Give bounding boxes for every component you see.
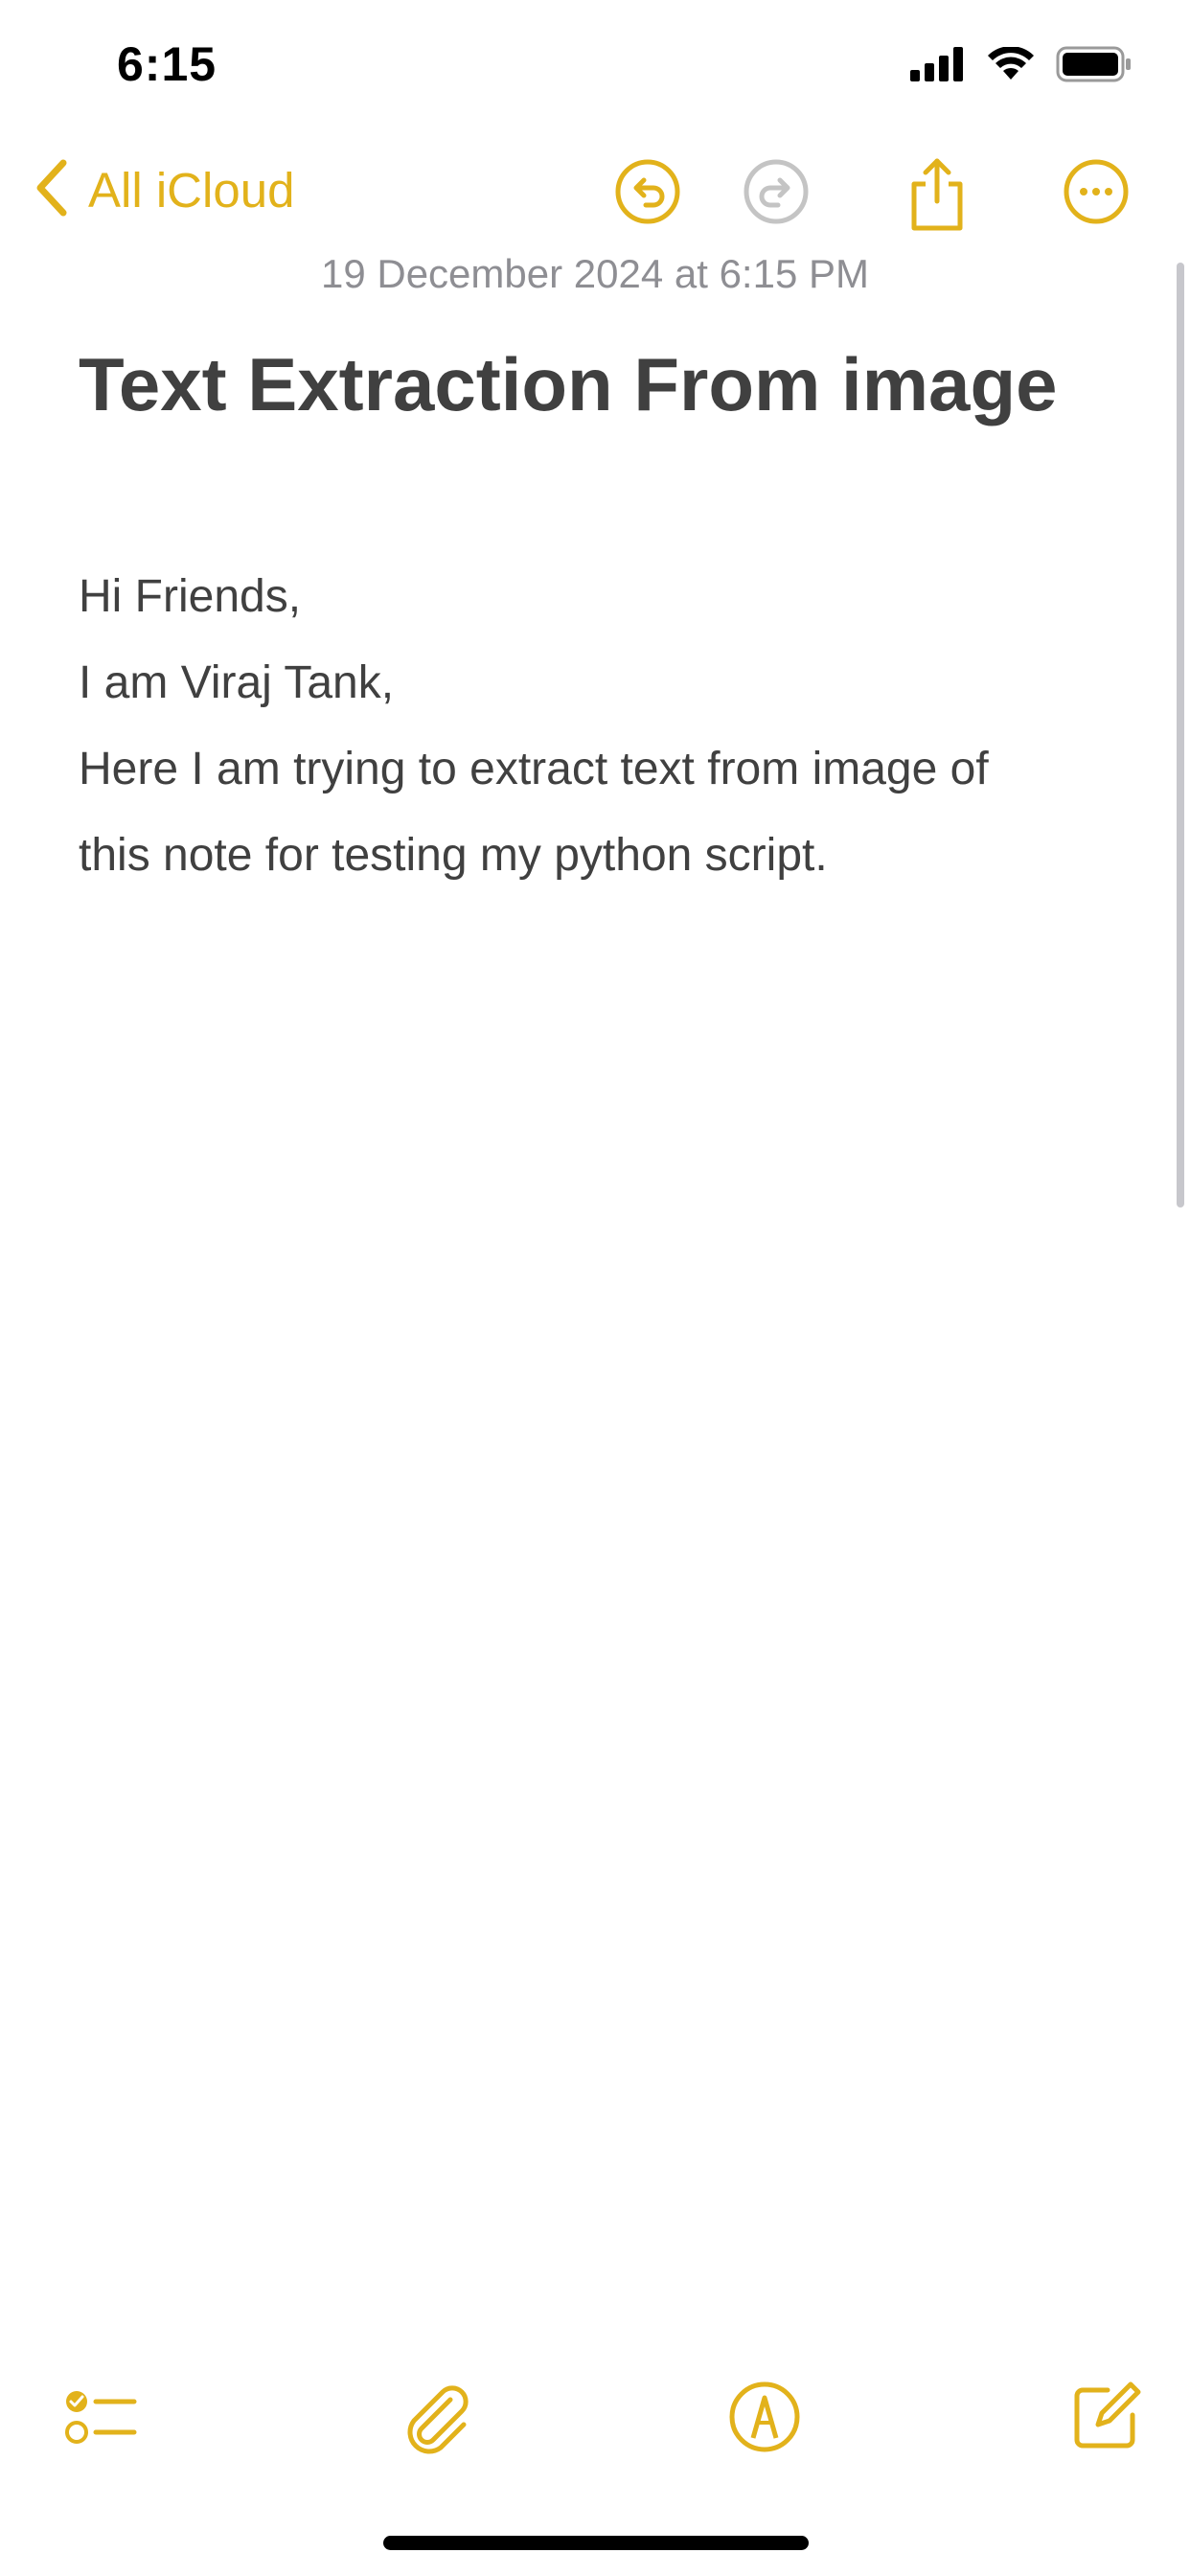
note-line: this note for testing my python script.	[79, 830, 828, 881]
compose-button[interactable]	[1065, 2377, 1146, 2457]
signal-icon	[910, 47, 966, 86]
battery-icon	[1056, 46, 1133, 87]
status-bar: 6:15	[0, 0, 1190, 134]
note-title[interactable]: Text Extraction From image	[79, 341, 1142, 428]
compose-icon	[1065, 2381, 1146, 2461]
note-date: 19 December 2024 at 6:15 PM	[320, 251, 869, 296]
scroll-indicator[interactable]	[1177, 263, 1184, 1208]
note-body[interactable]: Hi Friends, I am Viraj Tank, Here I am t…	[79, 554, 1142, 899]
markup-button[interactable]	[724, 2377, 805, 2457]
back-button[interactable]: All iCloud	[33, 157, 294, 223]
more-icon	[1062, 159, 1131, 230]
note-line: I am Viraj Tank,	[79, 657, 395, 708]
chevron-left-icon	[33, 157, 71, 223]
status-icons	[910, 46, 1133, 87]
more-button[interactable]	[1062, 157, 1131, 226]
status-time: 6:15	[117, 37, 217, 91]
note-line: Here I am trying to extract text from im…	[79, 744, 989, 794]
share-button[interactable]	[903, 157, 972, 231]
home-indicator[interactable]	[383, 2536, 809, 2550]
navigation-bar: All iCloud	[0, 144, 1190, 240]
bottom-toolbar	[0, 2367, 1190, 2482]
redo-icon	[742, 159, 811, 230]
markup-pen-icon	[724, 2381, 805, 2461]
redo-button[interactable]	[742, 157, 811, 226]
attachment-button[interactable]	[395, 2377, 475, 2457]
checklist-icon	[61, 2391, 142, 2461]
undo-button[interactable]	[613, 157, 682, 226]
share-icon	[903, 158, 972, 238]
wifi-icon	[987, 46, 1035, 86]
back-label: All iCloud	[88, 163, 295, 218]
paperclip-icon	[395, 2385, 475, 2461]
checklist-button[interactable]	[61, 2377, 142, 2457]
note-line: Hi Friends,	[79, 571, 302, 622]
undo-icon	[613, 159, 682, 230]
